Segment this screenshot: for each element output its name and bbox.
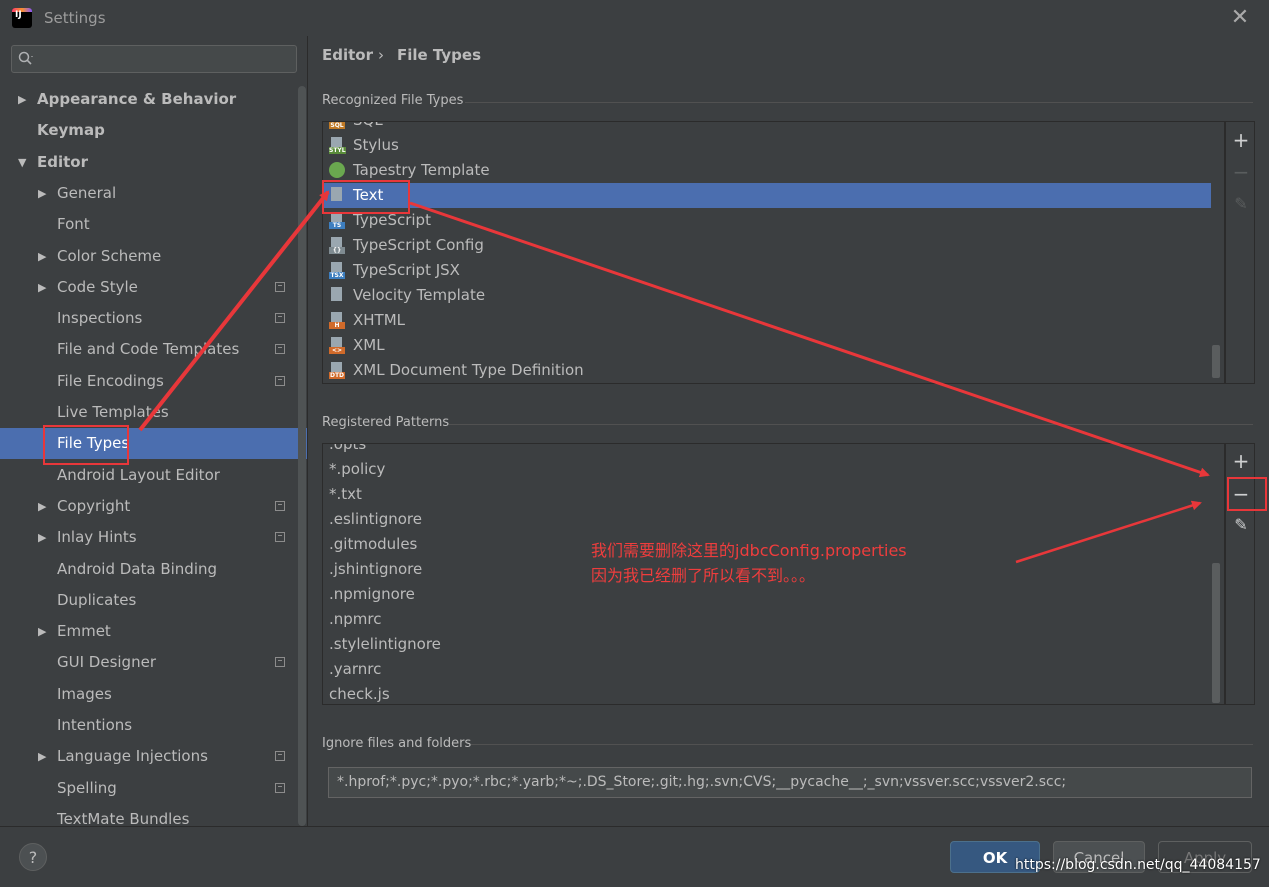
arrow-from-note (1015, 500, 1202, 564)
annotation-arrows (138, 190, 1210, 564)
watermark: https://blog.csdn.net/qq_44084157 (1015, 857, 1261, 873)
annotation-line-2: 因为我已经删了所以看不到。。。 (591, 566, 816, 585)
arrow-to-text-type (138, 190, 330, 432)
annotation-line-1: 我们需要删除这里的jdbcConfig.properties (591, 541, 907, 560)
annotation-note: 我们需要删除这里的jdbcConfig.properties 因为我已经删了所以… (591, 538, 907, 588)
arrow-to-remove (409, 201, 1210, 478)
